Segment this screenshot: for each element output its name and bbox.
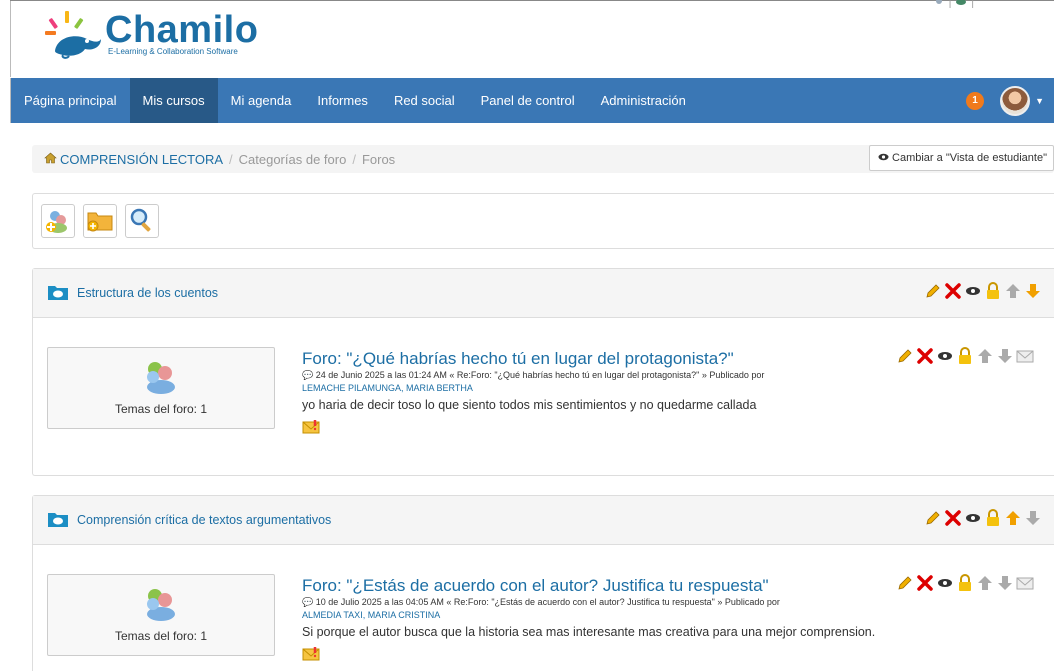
brand-name: Chamilo — [105, 9, 259, 51]
nav-informes[interactable]: Informes — [304, 78, 381, 123]
forum-category-header: Comprensión crítica de textos argumentat… — [33, 496, 1054, 545]
delete-x-icon[interactable] — [916, 574, 934, 592]
visibility-eye-icon[interactable] — [964, 282, 982, 300]
forum-last-post-text: yo haria de decir toso lo que siento tod… — [302, 398, 757, 412]
forum-actions — [896, 574, 1034, 592]
breadcrumb-separator: / — [229, 151, 233, 167]
header: Chamilo E-Learning & Collaboration Softw… — [10, 0, 1054, 77]
eye-icon — [878, 153, 889, 164]
move-up-icon[interactable] — [1004, 509, 1022, 527]
forum-author-link[interactable]: ALMEDIA TAXI, MARIA CRISTINA — [302, 610, 875, 620]
add-category-button[interactable] — [41, 204, 75, 238]
chamilo-logo-mark-icon — [41, 9, 103, 59]
forum-topics-count: Temas del foro: 1 — [114, 402, 208, 416]
comment-icon: 💬 — [302, 597, 314, 607]
chevron-down-icon: ▼ — [1035, 95, 1044, 106]
search-icon — [129, 207, 155, 236]
edit-pencil-icon[interactable] — [896, 574, 914, 592]
user-menu[interactable]: ▼ — [1000, 85, 1044, 116]
forum-category-folder-icon — [47, 510, 69, 531]
visibility-eye-icon[interactable] — [936, 574, 954, 592]
lock-icon[interactable] — [956, 347, 974, 365]
brand-tagline: E-Learning & Collaboration Software — [108, 47, 238, 56]
notify-mail-icon[interactable] — [302, 420, 764, 437]
student-view-button[interactable]: Cambiar a "Vista de estudiante" — [869, 145, 1054, 171]
forum-last-post-meta: 💬 10 de Julio 2025 a las 04:05 AM « Re:F… — [302, 597, 875, 608]
notify-disabled-mail-icon[interactable] — [1016, 347, 1034, 365]
notify-mail-icon[interactable] — [302, 647, 875, 664]
notification-badge[interactable]: 1 — [966, 91, 985, 110]
forum-actions — [896, 347, 1034, 365]
forum-category-panel: Comprensión crítica de textos argumentat… — [32, 495, 1054, 671]
forum-topics-count: Temas del foro: 1 — [114, 629, 208, 643]
forum-users-icon — [141, 586, 181, 625]
delete-x-icon[interactable] — [944, 282, 962, 300]
forum-info: Foro: "¿Estás de acuerdo con el autor? J… — [302, 576, 875, 664]
turtle-mini-icon[interactable] — [955, 0, 967, 10]
move-down-icon[interactable] — [1024, 509, 1042, 527]
forum-info: Foro: "¿Qué habrías hecho tú en lugar de… — [302, 349, 764, 437]
chamilo-logo[interactable]: Chamilo E-Learning & Collaboration Softw… — [41, 6, 258, 61]
forum-last-post-meta: 💬 24 de Junio 2025 a las 01:24 AM « Re:F… — [302, 370, 764, 381]
forum-topics-box: Temas del foro: 1 — [47, 574, 275, 656]
forum-category-title[interactable]: Comprensión crítica de textos argumentat… — [77, 513, 331, 527]
nav-mis-cursos[interactable]: Mis cursos — [129, 78, 218, 123]
comment-icon: 💬 — [302, 370, 314, 380]
forum-category-header: Estructura de los cuentos — [33, 269, 1054, 318]
delete-x-icon[interactable] — [916, 347, 934, 365]
nav-red-social[interactable]: Red social — [381, 78, 468, 123]
user-mini-icon[interactable] — [933, 0, 945, 10]
delete-x-icon[interactable] — [944, 509, 962, 527]
move-down-icon[interactable] — [996, 347, 1014, 365]
add-category-icon — [44, 206, 72, 237]
forum-author-link[interactable]: LEMACHE PILAMUNGA, MARIA BERTHA — [302, 383, 764, 393]
forum-title-link[interactable]: Foro: "¿Estás de acuerdo con el autor? J… — [302, 576, 875, 596]
breadcrumb-forums: Foros — [361, 151, 396, 167]
nav-panel-de-control[interactable]: Panel de control — [468, 78, 588, 123]
add-forum-button[interactable] — [83, 204, 117, 238]
edit-pencil-icon[interactable] — [896, 347, 914, 365]
student-view-label: Cambiar a "Vista de estudiante" — [892, 152, 1047, 164]
nav-pagina-principal[interactable]: Página principal — [11, 78, 130, 123]
forum-users-icon — [141, 359, 181, 398]
avatar — [1000, 85, 1031, 116]
move-down-icon[interactable] — [1024, 282, 1042, 300]
edit-pencil-icon[interactable] — [924, 282, 942, 300]
visibility-eye-icon[interactable] — [936, 347, 954, 365]
add-forum-folder-icon — [86, 208, 114, 235]
move-up-icon[interactable] — [976, 574, 994, 592]
move-up-icon[interactable] — [1004, 282, 1022, 300]
lock-icon[interactable] — [984, 509, 1002, 527]
forum-last-post-text: Si porque el autor busca que la historia… — [302, 625, 876, 639]
notify-disabled-mail-icon[interactable] — [1016, 574, 1034, 592]
forum-meta-text: 10 de Julio 2025 a las 04:05 AM « Re:For… — [315, 597, 780, 607]
lock-icon[interactable] — [984, 282, 1002, 300]
breadcrumb-separator: / — [352, 151, 356, 167]
home-icon[interactable] — [44, 152, 57, 167]
nav-mi-agenda[interactable]: Mi agenda — [218, 78, 305, 123]
forum-title-link[interactable]: Foro: "¿Qué habrías hecho tú en lugar de… — [302, 349, 764, 369]
move-up-icon[interactable] — [976, 347, 994, 365]
category-actions — [924, 282, 1042, 300]
nav-administracion[interactable]: Administración — [588, 78, 699, 123]
breadcrumb-forum-categories[interactable]: Categorías de foro — [239, 152, 347, 167]
search-button[interactable] — [125, 204, 159, 238]
forum-category-title[interactable]: Estructura de los cuentos — [77, 286, 218, 300]
forum-topics-box: Temas del foro: 1 — [47, 347, 275, 429]
header-mini-icons: | | — [933, 0, 974, 10]
visibility-eye-icon[interactable] — [964, 509, 982, 527]
move-down-icon[interactable] — [996, 574, 1014, 592]
lock-icon[interactable] — [956, 574, 974, 592]
breadcrumb-course-link[interactable]: COMPRENSIÓN LECTORA — [60, 152, 223, 167]
main-navbar: Página principal Mis cursos Mi agenda In… — [10, 78, 1054, 123]
forum-toolbar — [32, 193, 1054, 249]
category-actions — [924, 509, 1042, 527]
forum-category-panel: Estructura de los cuentos Temas del foro… — [32, 268, 1054, 476]
forum-meta-text: 24 de Junio 2025 a las 01:24 AM « Re:For… — [315, 370, 765, 380]
forum-category-folder-icon — [47, 283, 69, 304]
edit-pencil-icon[interactable] — [924, 509, 942, 527]
